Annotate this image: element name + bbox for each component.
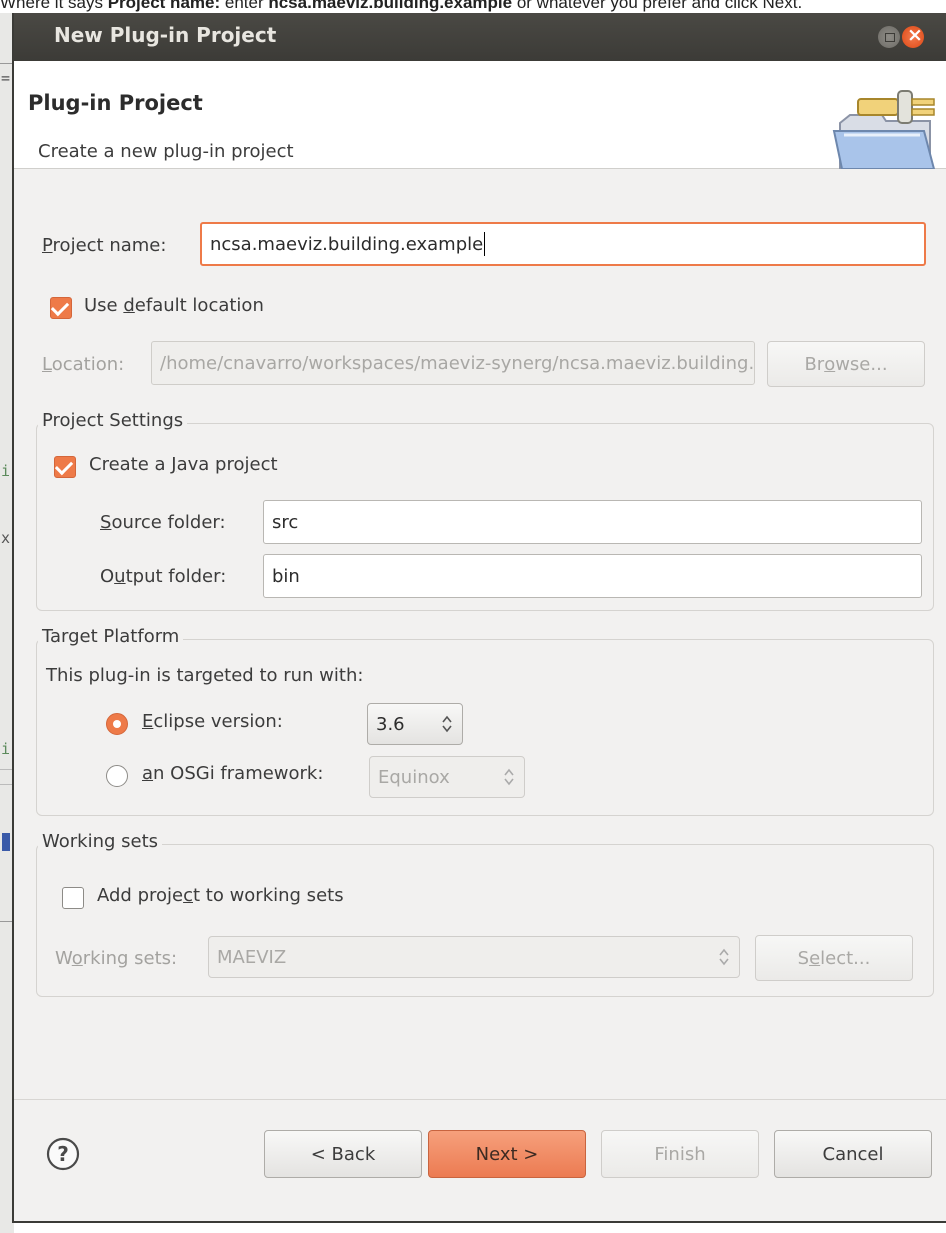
project-name-input[interactable]: ncsa.maeviz.building.example [200,222,926,266]
eclipse-version-radio[interactable] [106,713,128,735]
wizard-header: Plug-in Project Create a new plug-in pro… [14,61,946,169]
titlebar[interactable]: New Plug-in Project [14,13,946,61]
new-plugin-project-dialog: New Plug-in Project Plug-in Project Crea… [12,13,946,1223]
page-title: Plug-in Project [28,91,203,115]
location-input[interactable]: /home/cnavarro/workspaces/maeviz-synerg/… [151,341,755,385]
osgi-framework-spinner[interactable]: Equinox [369,756,525,798]
page-description: Create a new plug-in project [38,141,294,162]
working-sets-label: Working sets: [55,948,178,969]
help-icon[interactable]: ? [46,1137,80,1171]
page-caption: Where it says Project name: enter ncsa.m… [0,0,946,13]
select-working-sets-button[interactable]: Se lect... [755,935,913,981]
location-label: Location: [42,354,125,375]
osgi-framework-radio[interactable] [106,765,128,787]
use-default-location-checkbox[interactable] [50,297,72,319]
spinner-arrows-icon [504,768,514,786]
text-caret [484,232,486,256]
svg-text:?: ? [57,1142,69,1166]
source-folder-label: Source folder: [100,512,226,533]
add-to-working-sets-label: Add project to working sets [97,885,344,906]
output-folder-label: Output folder: [100,566,227,587]
back-button[interactable]: < Back [264,1130,422,1178]
footer-separator [14,1099,946,1100]
source-folder-input[interactable]: src [263,500,922,544]
background-mark: i [1,740,11,758]
spinner-arrows-icon [442,715,452,733]
osgi-framework-label: an OSGi framework: [142,763,324,784]
create-java-project-label: Create a Java project [89,454,278,475]
maximize-icon[interactable] [878,26,900,48]
combo-arrows-icon [719,948,729,966]
next-button[interactable]: Next > [428,1130,586,1178]
add-to-working-sets-checkbox[interactable] [62,887,84,909]
caption-text-2: enter [220,0,269,12]
window-title: New Plug-in Project [54,23,277,47]
use-default-location-label: Use default location [84,295,264,316]
eclipse-version-spinner[interactable]: 3.6 [367,703,463,745]
finish-button[interactable]: Finish [601,1130,759,1178]
target-platform-title: Target Platform [38,626,184,647]
caption-bold-1: Project name: [107,0,221,12]
output-folder-input[interactable]: bin [263,554,922,598]
project-settings-title: Project Settings [38,410,188,431]
browse-button[interactable]: Br o wse... [767,341,925,387]
target-platform-intro: This plug-in is targeted to run with: [46,665,364,686]
eclipse-version-label: Eclipse version: [142,711,283,732]
close-icon[interactable] [902,24,924,48]
working-sets-title: Working sets [38,831,163,852]
create-java-project-checkbox[interactable] [54,456,76,478]
background-mark: = [1,69,11,87]
background-mark: x [1,529,11,547]
caption-text-3: or whatever you prefer and click Next. [512,0,803,12]
project-name-label: Project name: [42,235,167,256]
plugin-folder-icon [832,90,936,169]
background-mark: i [1,462,11,480]
cancel-button[interactable]: Cancel [774,1130,932,1178]
caption-text-1: Where it says [0,0,108,12]
caption-bold-2: ncsa.maeviz.building.example [268,0,513,12]
working-sets-combo[interactable]: MAEVIZ [208,936,740,978]
